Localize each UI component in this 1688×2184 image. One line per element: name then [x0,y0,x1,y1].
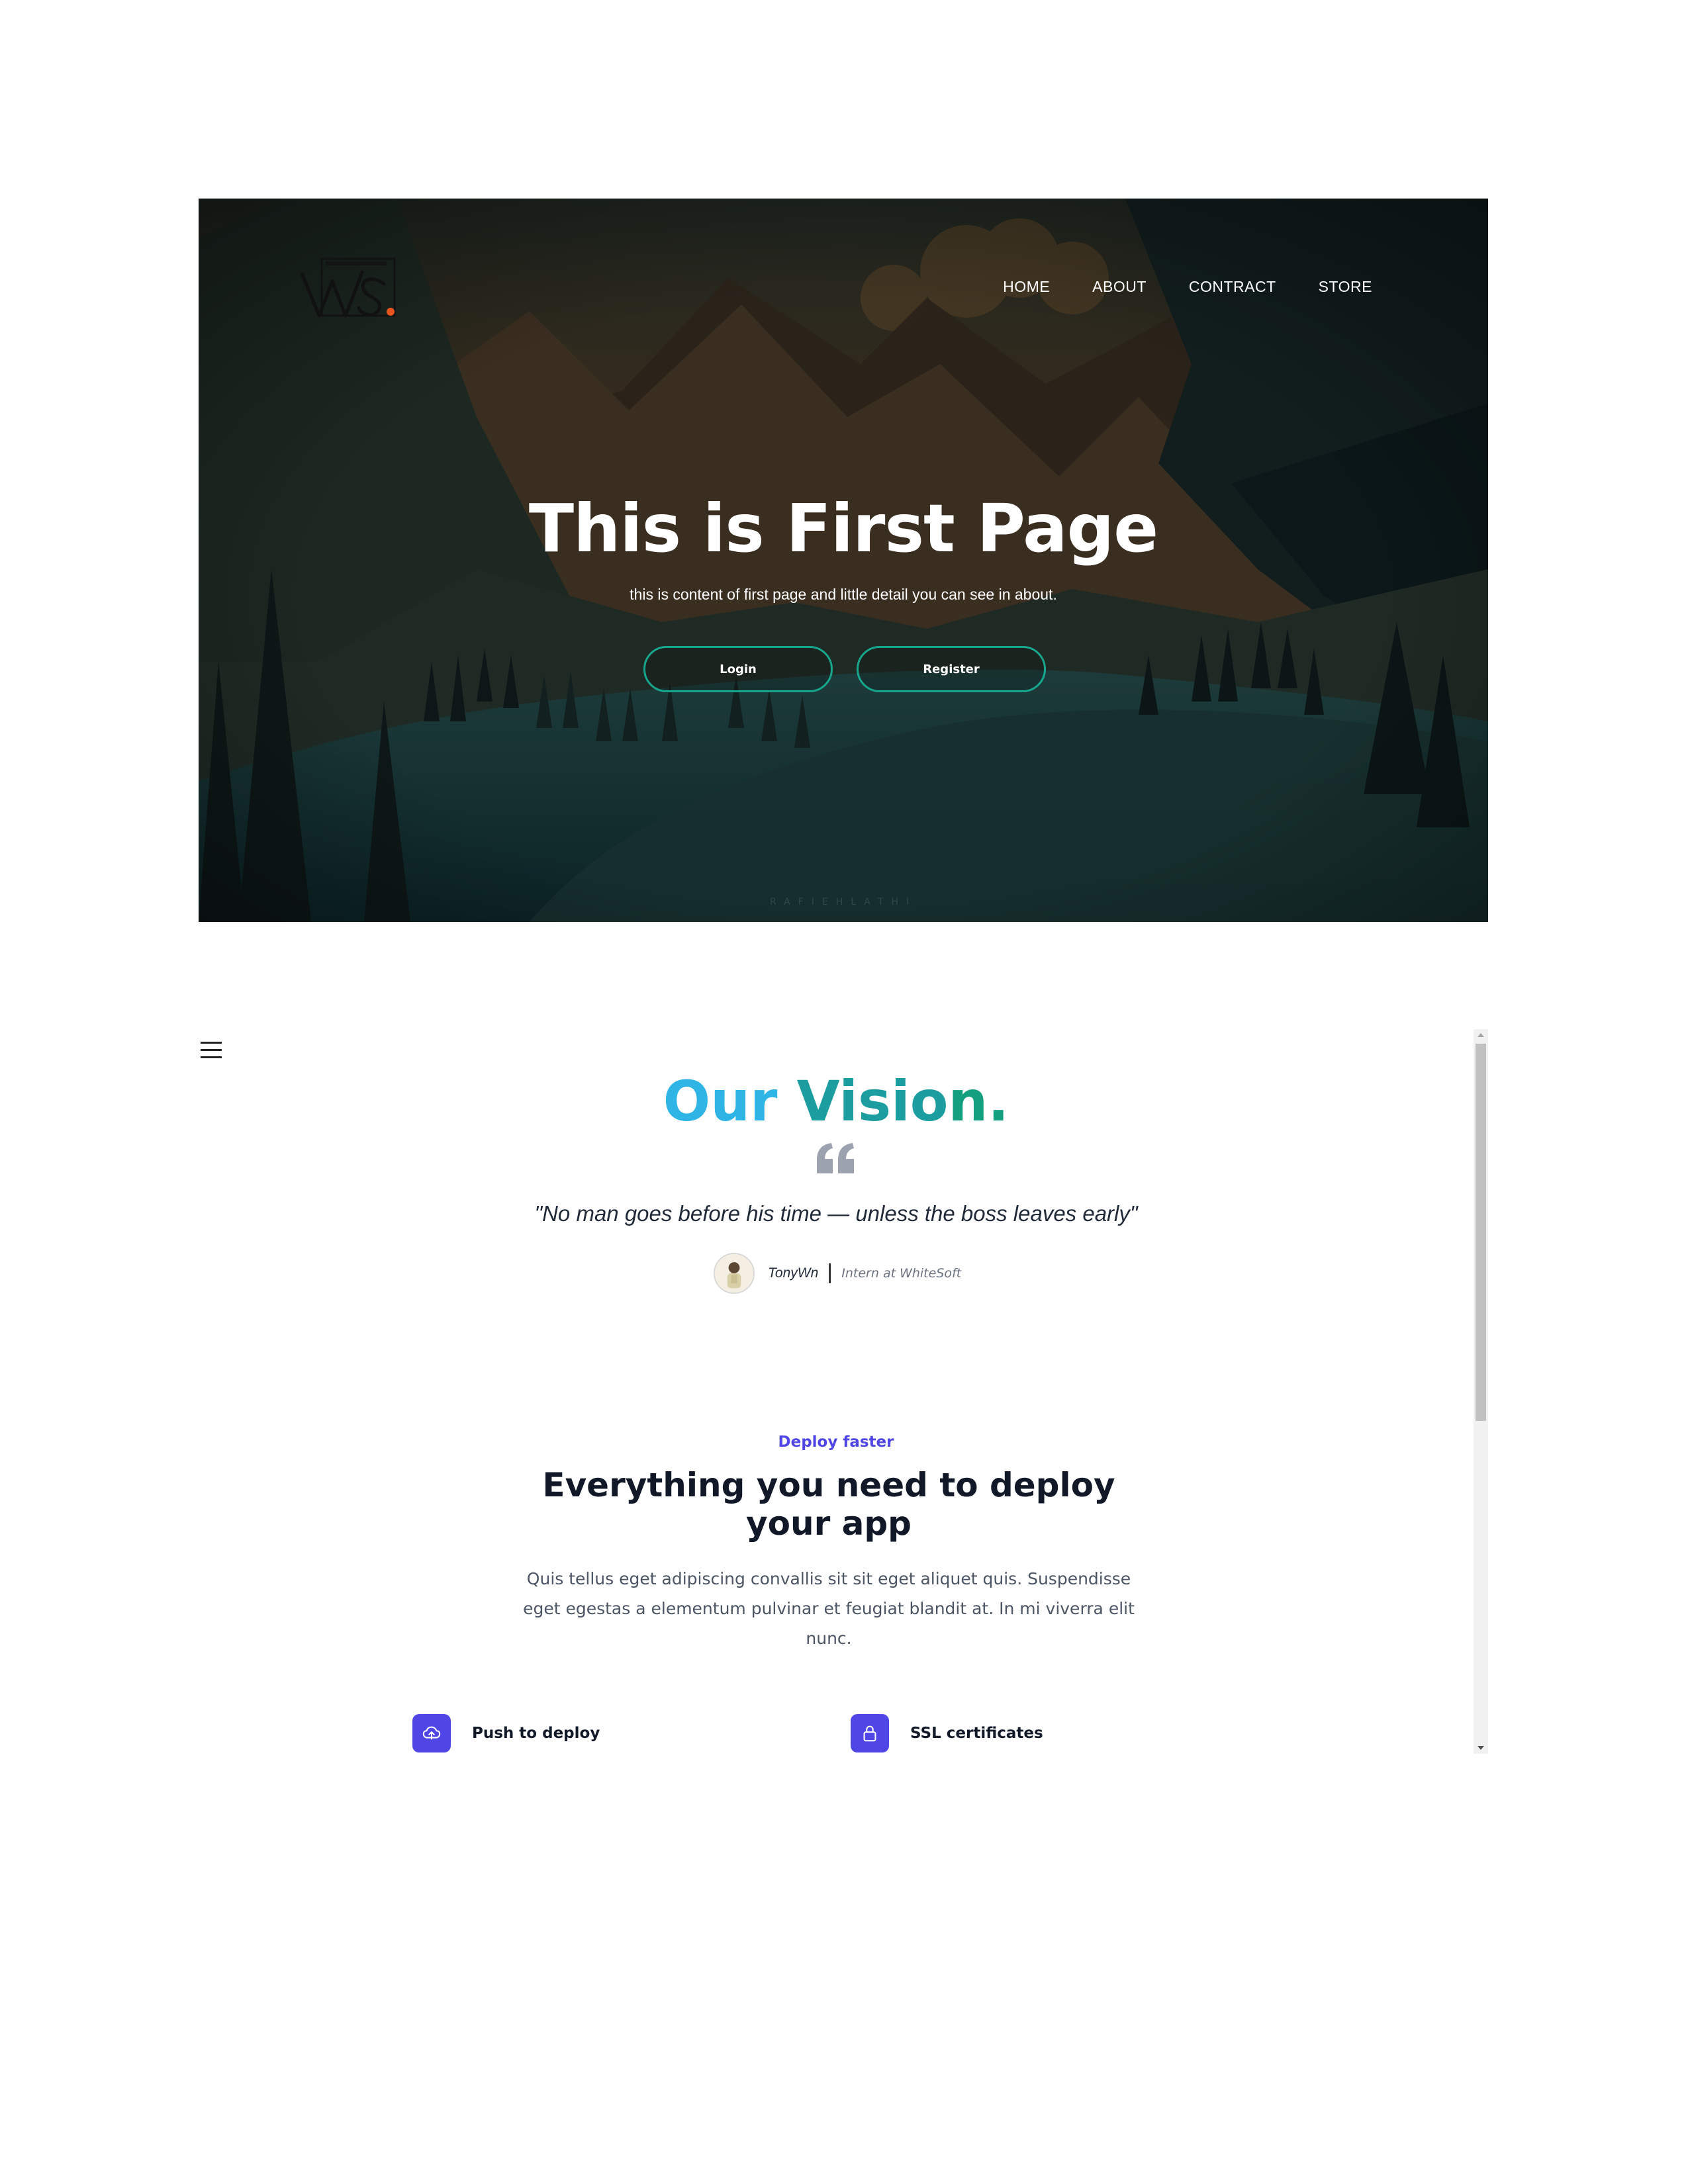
vision-title-word-2b: n. [948,1069,1009,1134]
feature-ssl-certificates: SSL certificates [851,1714,1043,1752]
nav-about[interactable]: ABOUT [1092,278,1147,296]
deploy-title: Everything you need to deploy your app [542,1466,1115,1543]
vision-title-word-1: Our [663,1069,778,1134]
vision-quote: "No man goes before his time — unless th… [534,1201,1138,1226]
vertical-scrollbar[interactable] [1474,1029,1488,1754]
vision-title-word-2a: Visio [796,1069,949,1134]
content-frame: Our Vision. "No man goes before his time… [199,1029,1488,1754]
register-button[interactable]: Register [857,646,1046,692]
deploy-description: Quis tellus eget adipiscing convallis si… [523,1569,1135,1648]
hero-subtitle: this is content of first page and little… [630,586,1057,603]
cloud-upload-icon [412,1714,451,1752]
quote-author: TonyWn Intern at WhiteSoft [714,1253,961,1294]
nav-contract[interactable]: CONTRACT [1189,278,1276,296]
avatar [714,1253,755,1294]
scroll-up-arrow-icon[interactable] [1477,1033,1484,1037]
scroll-down-arrow-icon[interactable] [1477,1746,1484,1750]
nav-store[interactable]: STORE [1319,278,1372,296]
login-button[interactable]: Login [643,646,833,692]
hero-title: This is First Page [528,490,1158,567]
feature-label: Push to deploy [472,1725,600,1742]
quote-icon [817,1143,854,1173]
main-nav: HOME ABOUT CONTRACT STORE [1003,278,1372,296]
lock-icon [851,1714,889,1752]
hamburger-menu-icon[interactable] [201,1042,222,1062]
author-name: TonyWn [768,1265,819,1281]
author-divider [829,1263,831,1283]
deploy-eyebrow: Deploy faster [778,1433,894,1451]
artist-watermark: RAFIEHLATHI [769,897,917,907]
hero-section: HOME ABOUT CONTRACT STORE This is First … [199,199,1488,922]
hero-buttons: Login Register [643,646,1046,692]
ws-logo[interactable] [299,255,399,321]
feature-label: SSL certificates [910,1725,1043,1742]
feature-push-to-deploy: Push to deploy [412,1714,600,1752]
author-role: Intern at WhiteSoft [841,1266,962,1281]
nav-home[interactable]: HOME [1003,278,1050,296]
scrollbar-thumb[interactable] [1476,1044,1486,1421]
vision-title: Our Vision. [199,1069,1474,1134]
